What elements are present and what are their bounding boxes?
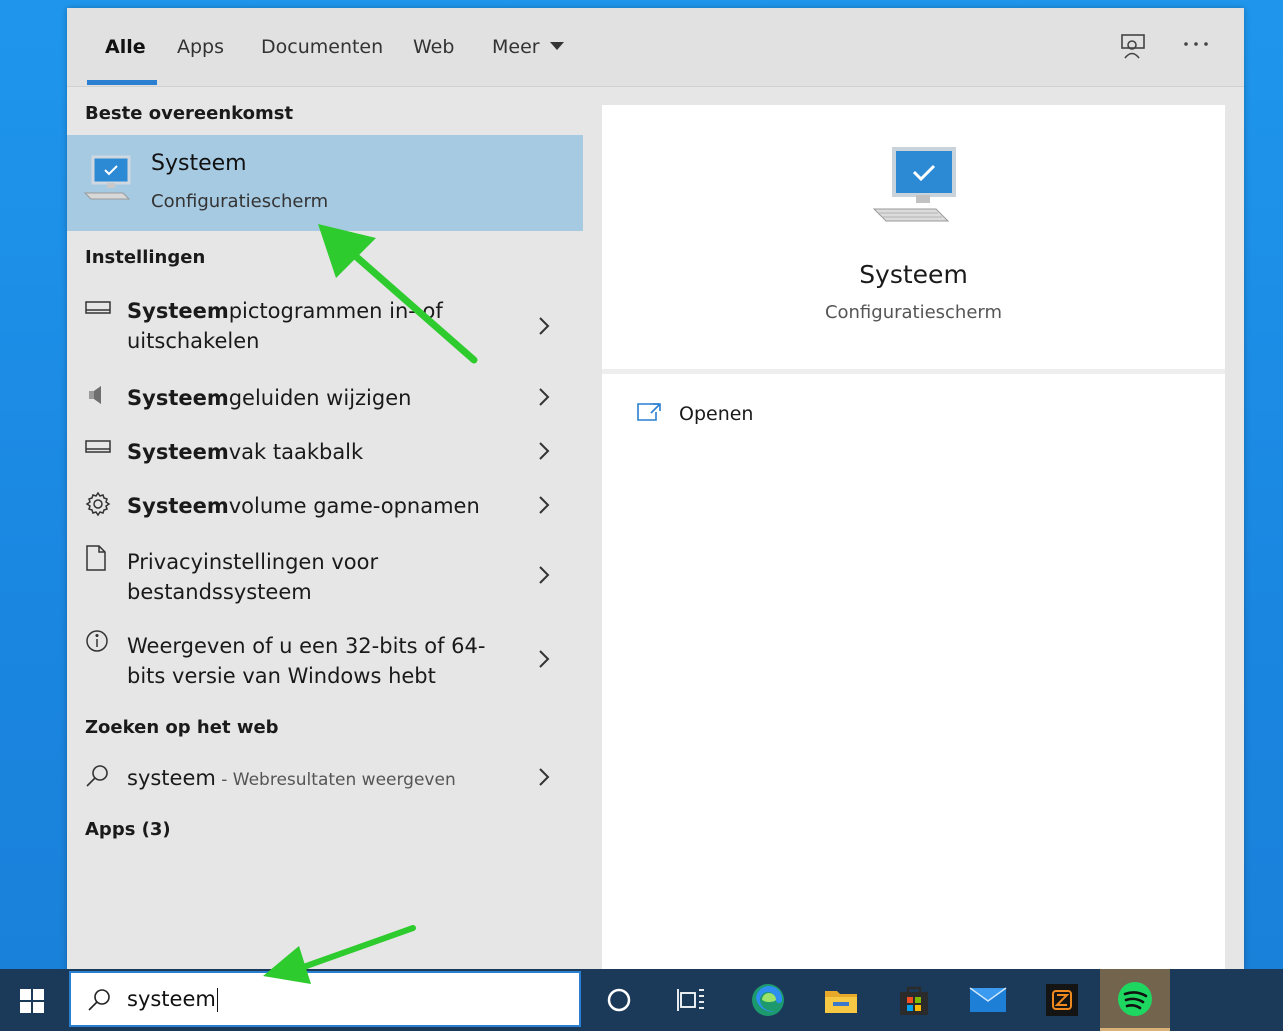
label-line-2: bits versie van Windows hebt bbox=[127, 664, 436, 688]
tab-meer[interactable]: Meer bbox=[492, 36, 564, 58]
web-search-item[interactable]: systeem - Webresultaten weergeven bbox=[67, 755, 583, 799]
cortana-icon[interactable] bbox=[584, 969, 654, 1031]
display-icon bbox=[85, 298, 111, 324]
web-search-suffix: - Webresultaten weergeven bbox=[215, 770, 456, 790]
start-button[interactable] bbox=[0, 969, 66, 1031]
search-input-value: systeem bbox=[127, 987, 216, 1011]
search-input[interactable]: systeem bbox=[127, 987, 219, 1012]
mail-icon[interactable] bbox=[953, 969, 1023, 1031]
tab-alle[interactable]: Alle bbox=[105, 36, 146, 58]
label-line-1: Weergeven of u een 32-bits of 64- bbox=[127, 634, 486, 658]
chevron-right-icon bbox=[537, 441, 551, 461]
windows-logo-icon bbox=[20, 989, 44, 1013]
taskbar: systeem bbox=[0, 969, 1283, 1031]
edge-icon[interactable] bbox=[733, 969, 803, 1031]
best-match-item[interactable]: Systeem Configuratiescherm bbox=[67, 135, 583, 231]
tab-web[interactable]: Web bbox=[413, 36, 454, 58]
preview-subtitle: Configuratiescherm bbox=[824, 302, 1003, 323]
preview-pane: Systeem Configuratiescherm Openen bbox=[602, 105, 1225, 970]
open-external-icon bbox=[636, 401, 662, 427]
chevron-right-icon bbox=[537, 495, 551, 515]
gear-icon bbox=[85, 491, 111, 517]
preview-header: Systeem Configuratiescherm bbox=[602, 105, 1225, 374]
highlight-text: Systeem bbox=[127, 440, 229, 464]
preview-title: Systeem bbox=[859, 260, 968, 289]
open-button[interactable]: Openen bbox=[636, 395, 836, 435]
spotify-icon[interactable] bbox=[1100, 969, 1170, 1031]
settings-item-label: Privacyinstellingen voor bestandssysteem bbox=[127, 547, 527, 607]
section-web-search: Zoeken op het web bbox=[85, 717, 279, 738]
ziggo-icon[interactable] bbox=[1027, 969, 1097, 1031]
settings-item-label: Systeemvolume game-opnamen bbox=[127, 491, 527, 521]
chevron-right-icon bbox=[537, 316, 551, 336]
settings-item-label: Weergeven of u een 32-bits of 64- bits ve… bbox=[127, 631, 527, 691]
chevron-right-icon bbox=[537, 387, 551, 407]
annotation-arrow-search-box bbox=[263, 925, 416, 984]
computer-monitor-icon bbox=[83, 153, 135, 205]
store-icon[interactable] bbox=[879, 969, 949, 1031]
label-line-1: Privacyinstellingen voor bbox=[127, 550, 379, 574]
best-match-subtitle: Configuratiescherm bbox=[151, 191, 329, 212]
settings-item-systeemvak[interactable]: Systeemvak taakbalk bbox=[67, 429, 583, 469]
settings-item-windows-versie[interactable]: Weergeven of u een 32-bits of 64- bits ve… bbox=[67, 623, 583, 691]
search-icon bbox=[85, 763, 111, 789]
section-best-match: Beste overeenkomst bbox=[85, 103, 294, 124]
highlight-text: Systeem bbox=[127, 494, 229, 518]
tab-apps[interactable]: Apps bbox=[177, 36, 224, 58]
chevron-right-icon bbox=[537, 767, 551, 787]
settings-item-label: Systeemvak taakbalk bbox=[127, 437, 527, 467]
label-rest: vak taakbalk bbox=[228, 440, 364, 464]
open-label: Openen bbox=[679, 403, 754, 425]
display-icon bbox=[85, 437, 111, 463]
settings-item-systeemvolume[interactable]: Systeemvolume game-opnamen bbox=[67, 483, 583, 523]
computer-monitor-icon bbox=[870, 145, 960, 231]
task-view-icon[interactable] bbox=[656, 969, 726, 1031]
active-tab-indicator bbox=[87, 80, 157, 85]
web-search-label: systeem - Webresultaten weergeven bbox=[127, 763, 527, 795]
label-rest: volume game-opnamen bbox=[228, 494, 480, 518]
best-match-title: Systeem bbox=[151, 151, 247, 176]
highlight-text: Systeem bbox=[127, 299, 229, 323]
chevron-right-icon bbox=[537, 649, 551, 669]
search-panel: Alle Apps Documenten Web Meer Beste over… bbox=[67, 8, 1244, 970]
tab-meer-label: Meer bbox=[492, 36, 540, 58]
tab-documenten[interactable]: Documenten bbox=[261, 36, 383, 58]
highlight-text: Systeem bbox=[127, 386, 229, 410]
feedback-icon[interactable] bbox=[1119, 32, 1147, 64]
info-icon bbox=[85, 629, 111, 655]
label-rest: geluiden wijzigen bbox=[228, 386, 412, 410]
web-search-query: systeem bbox=[127, 766, 216, 790]
settings-item-systeemgeluiden[interactable]: Systeemgeluiden wijzigen bbox=[67, 375, 583, 415]
text-cursor bbox=[216, 988, 219, 1012]
settings-item-privacyinstellingen[interactable]: Privacyinstellingen voor bestandssysteem bbox=[67, 539, 583, 607]
search-icon bbox=[87, 987, 113, 1017]
document-icon bbox=[85, 545, 111, 571]
chevron-right-icon bbox=[537, 565, 551, 585]
more-options-icon[interactable] bbox=[1181, 34, 1211, 58]
label-line-2: uitschakelen bbox=[127, 329, 260, 353]
section-settings: Instellingen bbox=[85, 247, 206, 268]
annotation-arrow-best-match bbox=[318, 224, 478, 364]
settings-item-label: Systeemgeluiden wijzigen bbox=[127, 383, 527, 413]
label-line-2: bestandssysteem bbox=[127, 580, 312, 604]
speaker-icon bbox=[85, 383, 111, 409]
section-apps[interactable]: Apps (3) bbox=[85, 819, 171, 840]
file-explorer-icon[interactable] bbox=[806, 969, 876, 1031]
chevron-down-icon bbox=[549, 41, 564, 50]
search-tab-bar: Alle Apps Documenten Web Meer bbox=[67, 8, 1244, 87]
